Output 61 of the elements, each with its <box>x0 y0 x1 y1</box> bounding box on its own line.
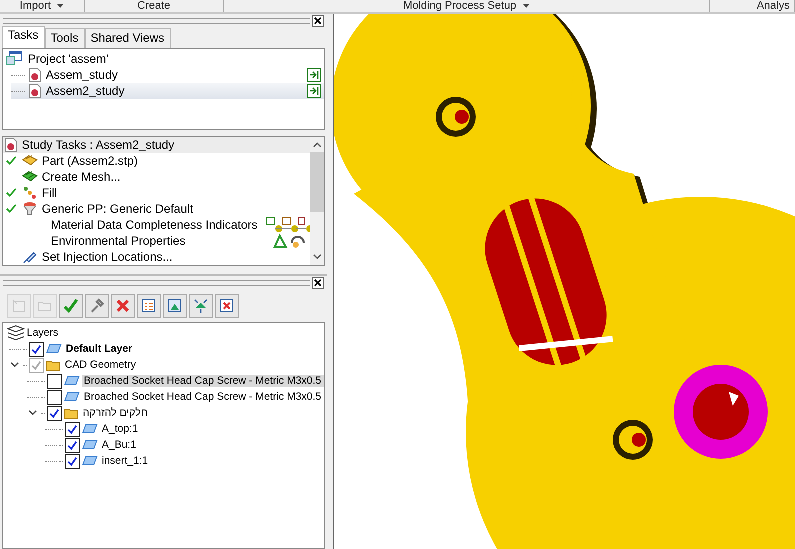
checkmark-icon <box>6 188 17 198</box>
study-item[interactable]: Assem_study <box>11 67 324 83</box>
layer-icon <box>82 456 98 466</box>
task-item[interactable]: Create Mesh... <box>42 170 121 184</box>
toolbar-button[interactable] <box>111 294 135 318</box>
ribbon-tab[interactable]: Import <box>0 0 85 12</box>
project-name[interactable]: Project 'assem' <box>28 52 109 66</box>
checkmark-icon <box>6 204 17 214</box>
toolbar-button[interactable] <box>85 294 109 318</box>
toolbar-button[interactable] <box>215 294 239 318</box>
dropdown-caret-icon <box>522 4 530 8</box>
layer-icon <box>82 424 98 434</box>
delete-icon <box>115 298 131 314</box>
dots-icon <box>22 186 38 200</box>
picture-window-icon <box>167 298 183 314</box>
project-window-icon <box>6 51 24 67</box>
checkmark-icon <box>63 298 79 314</box>
new-layer-icon <box>11 298 27 314</box>
layer-checkbox[interactable] <box>29 342 44 356</box>
toolbar-button[interactable] <box>59 294 83 318</box>
task-item[interactable]: Fill <box>42 186 58 200</box>
close-button[interactable] <box>312 15 324 27</box>
layer-icon <box>82 440 98 450</box>
toolbar-button[interactable] <box>189 294 213 318</box>
folder-icon <box>46 358 61 372</box>
checkmark-icon <box>6 156 17 166</box>
list-window-icon <box>141 298 157 314</box>
panel-tab[interactable]: Tasks <box>2 26 45 48</box>
study-document-icon <box>29 68 42 82</box>
vertical-scrollbar[interactable] <box>310 137 324 265</box>
funnel-icon <box>22 202 38 216</box>
toolbar-button[interactable] <box>163 294 187 318</box>
scroll-down-icon[interactable] <box>312 254 322 260</box>
open-study-icon[interactable] <box>307 68 321 82</box>
layer-icon <box>46 344 62 354</box>
close-window-icon <box>219 298 235 314</box>
layer-name[interactable]: Default Layer <box>64 343 135 355</box>
study-tasks-title: Study Tasks : Assem2_study <box>22 138 175 152</box>
study-item[interactable]: Assem2_study <box>11 83 324 99</box>
layer-icon <box>64 392 80 402</box>
layer-icon <box>64 376 80 386</box>
layers-stack-icon <box>7 325 25 341</box>
folder-icon <box>64 406 79 420</box>
study-document-icon <box>29 84 42 98</box>
layers-title: Layers <box>27 327 59 339</box>
toolbar-button[interactable] <box>137 294 161 318</box>
scroll-up-icon[interactable] <box>312 142 322 148</box>
close-button[interactable] <box>312 277 324 289</box>
task-subitem[interactable]: Environmental Properties <box>51 234 186 248</box>
ribbon-tab[interactable]: Create <box>85 0 224 12</box>
panel-tab[interactable]: Tools <box>44 28 85 48</box>
task-subitem[interactable]: Material Data Completeness Indicators <box>51 218 258 232</box>
dropdown-caret-icon <box>57 4 64 8</box>
task-item[interactable]: Part (Assem2.stp) <box>42 154 138 168</box>
ribbon-tab[interactable]: Molding Process Setup <box>224 0 710 12</box>
open-study-icon[interactable] <box>307 84 321 98</box>
ribbon-tab[interactable]: Analys <box>710 0 795 12</box>
panel-tab[interactable]: Shared Views <box>84 28 171 48</box>
task-item[interactable]: Generic PP: Generic Default <box>42 202 194 216</box>
indicator-icons-drawing <box>266 217 310 233</box>
task-item[interactable]: Set Injection Locations... <box>42 250 173 264</box>
